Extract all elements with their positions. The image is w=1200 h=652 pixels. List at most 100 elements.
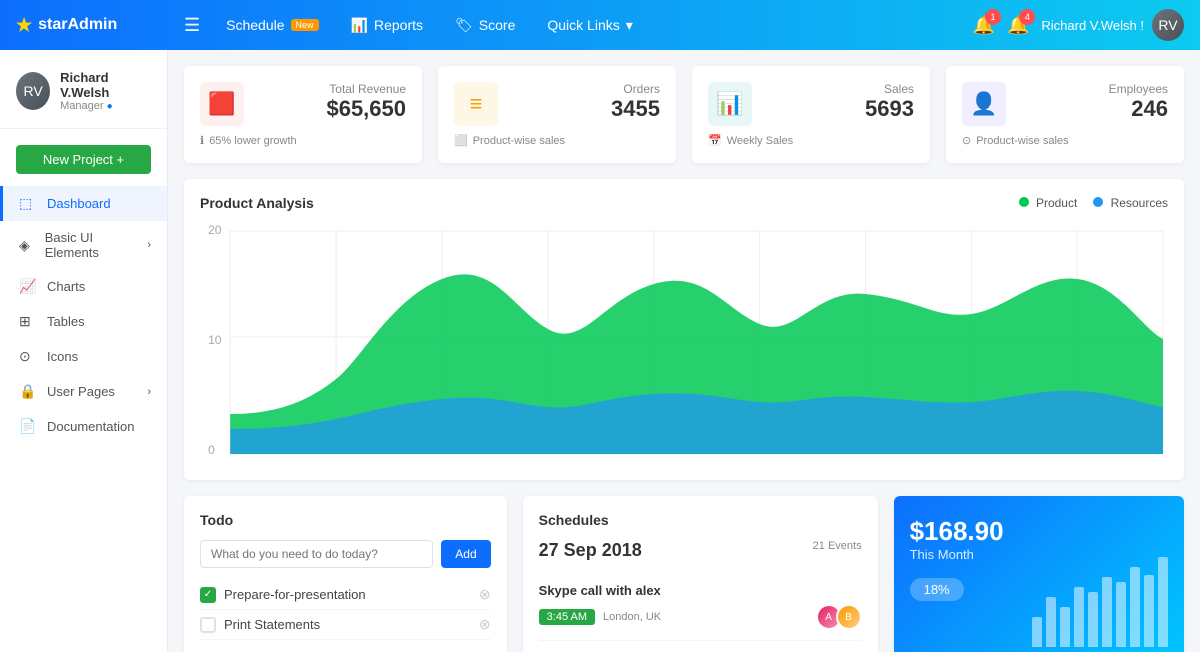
svg-text:8: 8 xyxy=(1074,458,1081,459)
employees-icon: 👤 xyxy=(970,91,997,117)
sales-value: 5693 xyxy=(865,96,914,122)
sales-icon: 📊 xyxy=(716,91,743,117)
user-pages-icon: 🔒 xyxy=(19,383,37,400)
main-content: 🟥 Total Revenue $65,650 ℹ 65% lower grow… xyxy=(168,50,1200,652)
todo-delete-0[interactable]: ⊗ xyxy=(479,586,491,603)
sales-label: Sales xyxy=(865,82,914,96)
notifications-badge: 1 xyxy=(985,9,1001,25)
documentation-icon: 📄 xyxy=(19,418,37,435)
revenue-bars-chart xyxy=(1032,557,1168,647)
revenue-label: Total Revenue xyxy=(326,82,406,96)
nav-item-reports[interactable]: 📊 Reports xyxy=(337,11,437,40)
chart-header: Product Analysis Product Resources xyxy=(200,195,1168,211)
schedule-label: Schedule xyxy=(226,17,284,33)
orders-label: Orders xyxy=(611,82,660,96)
sales-icon-wrap: 📊 xyxy=(708,82,752,126)
sales-footer-icon: 📅 xyxy=(708,134,722,147)
sidebar-item-documentation[interactable]: 📄 Documentation xyxy=(0,409,167,444)
new-project-button[interactable]: New Project + xyxy=(16,145,151,174)
svg-text:0: 0 xyxy=(225,458,232,459)
sidebar-label-tables: Tables xyxy=(47,314,85,329)
alerts-badge: 4 xyxy=(1019,9,1035,25)
orders-footer: ⬜ Product-wise sales xyxy=(454,134,660,147)
todo-item-0: ✓ Prepare-for-presentation ⊗ xyxy=(200,580,491,610)
revenue-amount: $168.90 xyxy=(910,516,1168,547)
main-layout: RV Richard V.Welsh Manager ● New Project… xyxy=(0,50,1200,652)
svg-text:5: 5 xyxy=(756,458,763,459)
nav-item-quicklinks[interactable]: Quick Links ▾ xyxy=(533,11,646,40)
sidebar-role: Manager ● xyxy=(60,100,151,112)
sidebar-label-icons: Icons xyxy=(47,349,78,364)
basic-ui-icon: ◈ xyxy=(19,237,35,254)
hamburger-icon[interactable]: ☰ xyxy=(184,15,200,36)
logo: ★ starAdmin xyxy=(16,15,184,36)
todo-checkbox-0[interactable]: ✓ xyxy=(200,587,216,603)
topnav-right: 🔔 1 🔔 4 Richard V.Welsh ! RV xyxy=(973,9,1184,41)
sidebar-item-user-pages[interactable]: 🔒 User Pages › xyxy=(0,374,167,409)
revenue-value: $65,650 xyxy=(326,96,406,122)
svg-text:3: 3 xyxy=(545,458,552,459)
orders-value: 3455 xyxy=(611,96,660,122)
employees-label: Employees xyxy=(1109,82,1168,96)
reports-icon: 📊 xyxy=(351,17,368,34)
alerts-button[interactable]: 🔔 4 xyxy=(1007,15,1029,36)
rev-bar-8 xyxy=(1130,567,1140,647)
sidebar-item-tables[interactable]: ⊞ Tables xyxy=(0,304,167,339)
schedule-attendees-0: A B xyxy=(816,604,862,630)
revenue-icon-wrap: 🟥 xyxy=(200,82,244,126)
svg-text:7: 7 xyxy=(968,458,975,459)
todo-checkbox-1[interactable] xyxy=(200,617,216,633)
todo-add-button[interactable]: Add xyxy=(441,540,490,568)
logo-star-icon: ★ xyxy=(16,15,32,36)
rev-bar-7 xyxy=(1116,582,1126,647)
user-menu[interactable]: Richard V.Welsh ! RV xyxy=(1041,9,1184,41)
svg-text:4: 4 xyxy=(650,458,657,459)
employees-value: 246 xyxy=(1109,96,1168,122)
product-analysis-card: Product Analysis Product Resources 20 10 xyxy=(184,179,1184,480)
sidebar-item-basic-ui[interactable]: ◈ Basic UI Elements › xyxy=(0,221,167,269)
reports-label: Reports xyxy=(374,17,423,33)
revenue-card: $168.90 This Month 18% xyxy=(894,496,1184,652)
svg-text:6: 6 xyxy=(862,458,869,459)
info-icon: ℹ xyxy=(200,134,204,147)
employees-footer-icon: ⊙ xyxy=(962,134,971,147)
rev-bar-9 xyxy=(1144,575,1154,647)
employees-footer: ⊙ Product-wise sales xyxy=(962,134,1168,147)
schedules-date: 27 Sep 2018 xyxy=(539,540,642,561)
score-icon: 🏷 xyxy=(455,17,473,34)
chevron-right-icon: › xyxy=(147,239,151,251)
sidebar-item-icons[interactable]: ⊙ Icons xyxy=(0,339,167,374)
chart-legend: Product Resources xyxy=(1019,196,1168,210)
todo-delete-1[interactable]: ⊗ xyxy=(479,616,491,633)
schedule-location-0: London, UK xyxy=(603,611,661,623)
schedule-item-0: Skype call with alex 3:45 AM London, UK … xyxy=(539,573,862,641)
bottom-section: Todo Add ✓ Prepare-for-presentation ⊗ Pr… xyxy=(184,496,1184,652)
svg-text:1: 1 xyxy=(333,458,340,459)
main-nav: Schedule New 📊 Reports 🏷 Score Quick Lin… xyxy=(212,11,972,40)
schedule-time-badge-0: 3:45 AM xyxy=(539,609,595,625)
notifications-button[interactable]: 🔔 1 xyxy=(973,15,995,36)
stat-card-orders: ≡ Orders 3455 ⬜ Product-wise sales xyxy=(438,66,676,163)
sidebar-profile: RV Richard V.Welsh Manager ● xyxy=(0,62,167,129)
nav-item-score[interactable]: 🏷 Score xyxy=(441,11,529,40)
logo-text: starAdmin xyxy=(38,16,117,34)
sidebar-label-user-pages: User Pages xyxy=(47,384,115,399)
rev-bar-6 xyxy=(1102,577,1112,647)
schedule-item-meta-0: 3:45 AM London, UK A B xyxy=(539,604,862,630)
quicklinks-label: Quick Links xyxy=(547,17,619,33)
schedule-time-location: 3:45 AM London, UK xyxy=(539,609,661,625)
sidebar-profile-info: Richard V.Welsh Manager ● xyxy=(60,70,151,112)
svg-text:2: 2 xyxy=(439,458,446,459)
product-legend-dot xyxy=(1019,197,1029,207)
username-label: Richard V.Welsh ! xyxy=(1041,18,1144,33)
nav-item-schedule[interactable]: Schedule New xyxy=(212,11,332,39)
icons-icon: ⊙ xyxy=(19,348,37,365)
rev-bar-4 xyxy=(1074,587,1084,647)
sidebar-item-charts[interactable]: 📈 Charts xyxy=(0,269,167,304)
stat-card-sales: 📊 Sales 5693 📅 Weekly Sales xyxy=(692,66,930,163)
sidebar-label-basic-ui: Basic UI Elements xyxy=(45,230,138,260)
tables-icon: ⊞ xyxy=(19,313,37,330)
sidebar-item-dashboard[interactable]: ⬚ Dashboard xyxy=(0,186,167,221)
todo-input[interactable] xyxy=(200,540,433,568)
sidebar: RV Richard V.Welsh Manager ● New Project… xyxy=(0,50,168,652)
